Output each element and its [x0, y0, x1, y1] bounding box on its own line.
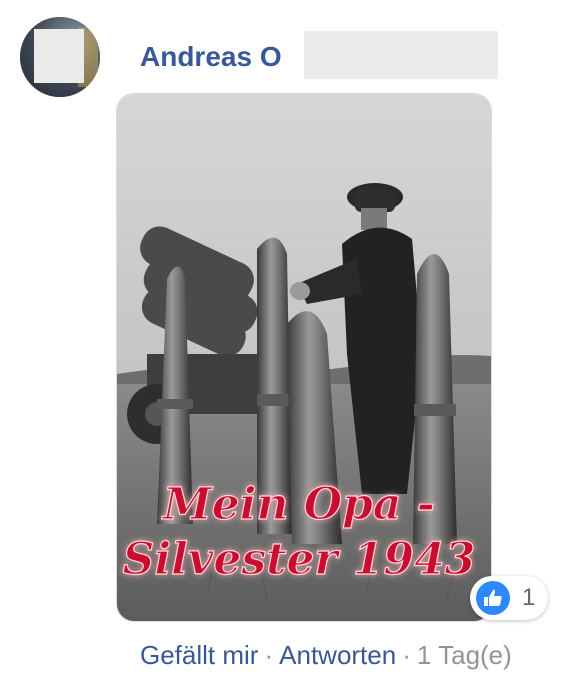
avatar[interactable] — [20, 17, 100, 97]
reply-link[interactable]: Antworten — [279, 640, 396, 670]
timestamp[interactable]: 1 Tag(e) — [417, 640, 512, 670]
author-name-redaction — [304, 31, 498, 79]
reaction-badge[interactable]: 1 — [470, 576, 548, 620]
image-caption-line1: Mein Opa - — [161, 479, 435, 530]
comment-image[interactable]: Mein Opa - Silvester 1943 — [116, 93, 492, 622]
like-link[interactable]: Gefällt mir — [140, 640, 258, 670]
separator: · — [402, 640, 411, 670]
author-name[interactable]: Andreas O — [140, 37, 282, 77]
image-caption-line2: Silvester 1943 — [123, 534, 476, 585]
thumbs-up-icon — [476, 581, 510, 615]
reaction-count: 1 — [522, 584, 536, 611]
comment-actions: Gefällt mir · Antworten · 1 Tag(e) — [140, 638, 512, 672]
separator: · — [264, 640, 274, 670]
avatar-redaction — [34, 29, 84, 83]
